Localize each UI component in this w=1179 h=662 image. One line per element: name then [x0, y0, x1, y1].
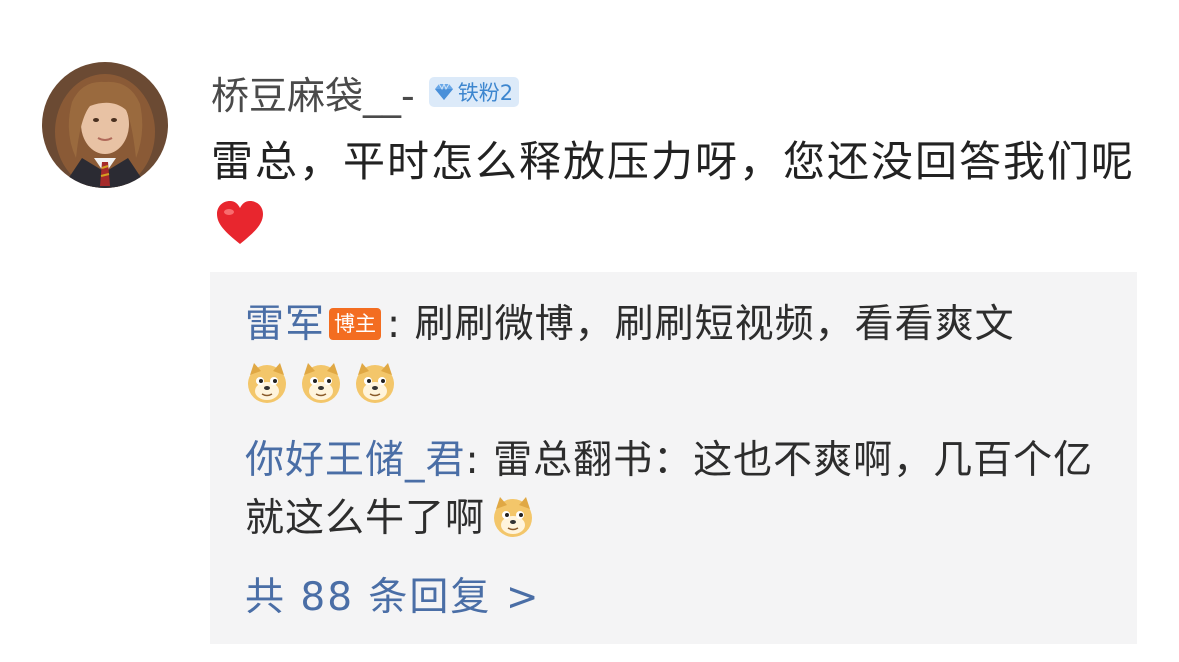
fan-badge-label: 铁粉2 — [457, 81, 514, 105]
reply-separator: : — [465, 438, 480, 483]
reply-separator: : — [387, 302, 402, 347]
doge-emoji-icon — [356, 363, 394, 403]
comment-username[interactable]: 桥豆麻袋__- — [211, 65, 415, 120]
replies-panel[interactable]: 雷军 博主: 刷刷微博，刷刷短视频，看看爽文 你好王储_君: 雷总翻书：这也不爽… — [210, 272, 1137, 644]
view-more-replies-link[interactable]: 共 88 条回复 > — [245, 572, 541, 624]
heart-icon — [217, 201, 263, 244]
reply-item[interactable]: 雷军 博主: 刷刷微博，刷刷短视频，看看爽文 — [245, 296, 1105, 406]
comment-text: 雷总，平时怎么释放压力呀，您还没回答我们呢 — [211, 137, 1136, 186]
diamond-icon — [434, 82, 453, 100]
reply-author[interactable]: 你好王储_君 — [245, 438, 466, 483]
comment-body: 雷总，平时怎么释放压力呀，您还没回答我们呢 — [211, 130, 1141, 258]
fan-badge[interactable]: 铁粉2 — [428, 77, 520, 107]
reply-text: 刷刷微博，刷刷短视频，看看爽文 — [414, 302, 1015, 347]
user-avatar[interactable] — [42, 62, 168, 188]
comment-header: 桥豆麻袋__- 铁粉2 — [211, 65, 520, 120]
emoji-row — [245, 360, 1105, 406]
doge-emoji-icon — [248, 363, 286, 403]
reply-author[interactable]: 雷军 — [245, 302, 325, 347]
avatar-image — [42, 62, 168, 188]
doge-emoji-icon — [494, 497, 533, 537]
doge-emoji-icon — [302, 363, 340, 403]
blogger-badge: 博主 — [329, 308, 382, 340]
reply-item[interactable]: 你好王储_君: 雷总翻书：这也不爽啊，几百个亿就这么牛了啊 — [245, 432, 1105, 548]
comment-card: 桥豆麻袋__- 铁粉2 雷总，平时怎么释放压力呀，您还没回答我们呢 雷军 博主: … — [0, 0, 1179, 662]
